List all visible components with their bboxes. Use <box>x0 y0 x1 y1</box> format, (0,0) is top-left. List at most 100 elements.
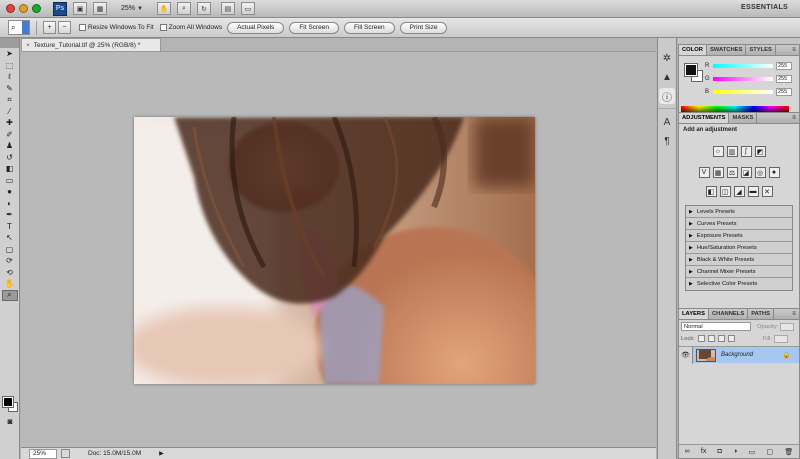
screen-mode-icon[interactable]: ▭ <box>240 2 255 15</box>
lock-pixels-icon[interactable] <box>707 335 715 342</box>
history-icon[interactable]: ✲ <box>659 50 675 66</box>
black-white-icon[interactable]: ◪ <box>740 167 752 178</box>
workspace-switcher[interactable]: ESSENTIALS <box>741 4 788 11</box>
brush-tool-icon[interactable]: ✐ <box>2 129 18 141</box>
tab-styles[interactable]: STYLES <box>746 45 776 55</box>
layer-style-icon[interactable]: fx <box>701 448 706 455</box>
red-slider[interactable] <box>713 64 773 68</box>
view-extras-icon[interactable]: ▦ <box>93 2 107 15</box>
layer-thumbnail[interactable] <box>696 348 716 362</box>
document-image[interactable] <box>134 117 535 384</box>
move-tool-icon[interactable]: ➤ <box>2 48 18 60</box>
levels-icon[interactable]: ▥ <box>726 146 738 157</box>
character-icon[interactable]: A <box>659 114 675 130</box>
zoom-level-menu[interactable]: 25% <box>121 5 135 12</box>
info-icon[interactable]: ⓘ <box>659 88 675 104</box>
tab-layers[interactable]: LAYERS <box>679 309 709 319</box>
layer-row-background[interactable]: 👁 Background 🔒 <box>679 346 799 364</box>
tab-color[interactable]: COLOR <box>679 45 707 55</box>
zoom-out-icon[interactable]: − <box>58 21 71 34</box>
lasso-tool-icon[interactable]: ℓ <box>2 71 18 83</box>
curves-icon[interactable]: ∫ <box>740 146 752 157</box>
fit-screen-button[interactable]: Fit Screen <box>289 21 339 34</box>
rotate-view-icon[interactable]: ↻ <box>196 2 211 15</box>
3d-rotate-tool-icon[interactable]: ⟳ <box>2 255 18 267</box>
blue-slider[interactable] <box>713 90 773 94</box>
checkbox-box[interactable] <box>79 24 86 31</box>
lock-position-icon[interactable] <box>717 335 725 342</box>
shape-tool-icon[interactable]: ▢ <box>2 244 18 256</box>
panel-menu-icon[interactable]: ≡ <box>789 113 799 123</box>
checkbox-box[interactable] <box>159 24 167 31</box>
foreground-color-chip[interactable] <box>684 63 698 77</box>
tab-adjustments[interactable]: ADJUSTMENTS <box>679 113 730 123</box>
green-value-field[interactable]: 255 <box>776 75 792 83</box>
vibrance-icon[interactable]: V <box>698 167 710 178</box>
zoom-tool-icon[interactable]: ⌕ <box>1 289 18 301</box>
foreground-color-swatch[interactable] <box>2 396 14 408</box>
crop-tool-icon[interactable]: ⌗ <box>2 94 18 106</box>
lock-transparency-icon[interactable] <box>697 335 705 342</box>
preset-black-white[interactable]: ▶ Black & White Presets <box>686 254 792 266</box>
blend-mode-select[interactable]: Normal <box>681 322 751 331</box>
threshold-icon[interactable]: ◢ <box>733 186 745 197</box>
color-balance-icon[interactable]: ⚖ <box>726 167 738 178</box>
tab-channels[interactable]: CHANNELS <box>709 309 749 319</box>
3d-orbit-tool-icon[interactable]: ⟲ <box>2 267 18 279</box>
posterize-icon[interactable]: ◫ <box>719 186 731 197</box>
print-size-button[interactable]: Print Size <box>399 21 448 34</box>
gradient-map-icon[interactable]: ▬ <box>747 186 759 197</box>
eye-icon[interactable]: 👁 <box>679 346 693 364</box>
paragraph-icon[interactable]: ¶ <box>659 133 675 149</box>
link-layers-icon[interactable]: ∞ <box>685 448 690 455</box>
red-value-field[interactable]: 255 <box>776 62 792 70</box>
type-tool-icon[interactable]: T <box>2 221 18 233</box>
eraser-tool-icon[interactable]: ◧ <box>2 163 18 175</box>
tab-masks[interactable]: MASKS <box>729 113 758 123</box>
green-slider[interactable] <box>713 77 773 81</box>
zoom-window-button[interactable] <box>32 4 41 13</box>
clone-stamp-tool-icon[interactable]: ♟ <box>2 140 18 152</box>
arrange-documents-icon[interactable]: ▤ <box>220 2 235 15</box>
zoom-tool-icon[interactable]: ⌕ <box>176 2 191 15</box>
new-group-icon[interactable]: ▭ <box>749 448 756 456</box>
exposure-icon[interactable]: ◩ <box>754 146 766 157</box>
resize-windows-checkbox[interactable]: Resize Windows To Fit <box>79 24 154 31</box>
dodge-tool-icon[interactable]: ◐ <box>2 198 18 210</box>
close-icon[interactable]: × <box>26 42 30 49</box>
preset-curves[interactable]: ▶ Curves Presets <box>686 218 792 230</box>
hand-tool-icon[interactable]: ✋ <box>2 278 18 290</box>
preset-hue-saturation[interactable]: ▶ Hue/Saturation Presets <box>686 242 792 254</box>
history-brush-tool-icon[interactable]: ↺ <box>2 152 18 164</box>
quick-selection-tool-icon[interactable]: ✎ <box>2 83 18 95</box>
channel-mixer-icon[interactable]: ● <box>768 167 780 178</box>
healing-brush-tool-icon[interactable]: ✚ <box>2 117 18 129</box>
eyedropper-tool-icon[interactable]: ⁄ <box>2 106 18 118</box>
fill-field[interactable] <box>773 334 788 343</box>
tab-swatches[interactable]: SWATCHES <box>707 45 747 55</box>
hue-saturation-icon[interactable]: ▦ <box>712 167 724 178</box>
preset-selective-color[interactable]: ▶ Selective Color Presets <box>686 278 792 290</box>
add-mask-icon[interactable]: ◘ <box>718 448 722 455</box>
blue-value-field[interactable]: 255 <box>776 88 792 96</box>
zoom-field[interactable]: 25% <box>29 448 57 459</box>
preset-channel-mixer[interactable]: ▶ Channel Mixer Presets <box>686 266 792 278</box>
path-selection-tool-icon[interactable]: ↖ <box>2 232 18 244</box>
zoom-all-windows-checkbox[interactable]: Zoom All Windows <box>159 24 222 31</box>
lock-all-icon[interactable] <box>727 335 735 342</box>
hand-tool-icon[interactable]: ✋ <box>156 2 171 15</box>
marquee-tool-icon[interactable]: ⬚ <box>2 60 18 72</box>
brightness-contrast-icon[interactable]: ☼ <box>712 146 724 157</box>
zoom-in-icon[interactable]: + <box>43 21 56 34</box>
chevron-right-icon[interactable]: ▶ <box>159 450 164 457</box>
minimize-window-button[interactable] <box>19 4 28 13</box>
tab-paths[interactable]: PATHS <box>748 309 774 319</box>
panel-menu-icon[interactable]: ≡ <box>789 309 799 319</box>
blur-tool-icon[interactable]: ● <box>2 186 18 198</box>
close-window-button[interactable] <box>6 4 15 13</box>
panel-grip[interactable] <box>0 38 19 48</box>
document-tab[interactable]: × Texture_Tutorial.tif @ 25% (RGB/8) * <box>21 38 161 51</box>
tool-preset-picker[interactable]: ⌕ <box>8 20 30 35</box>
photo-filter-icon[interactable]: ◎ <box>754 167 766 178</box>
opacity-field[interactable] <box>780 322 795 331</box>
